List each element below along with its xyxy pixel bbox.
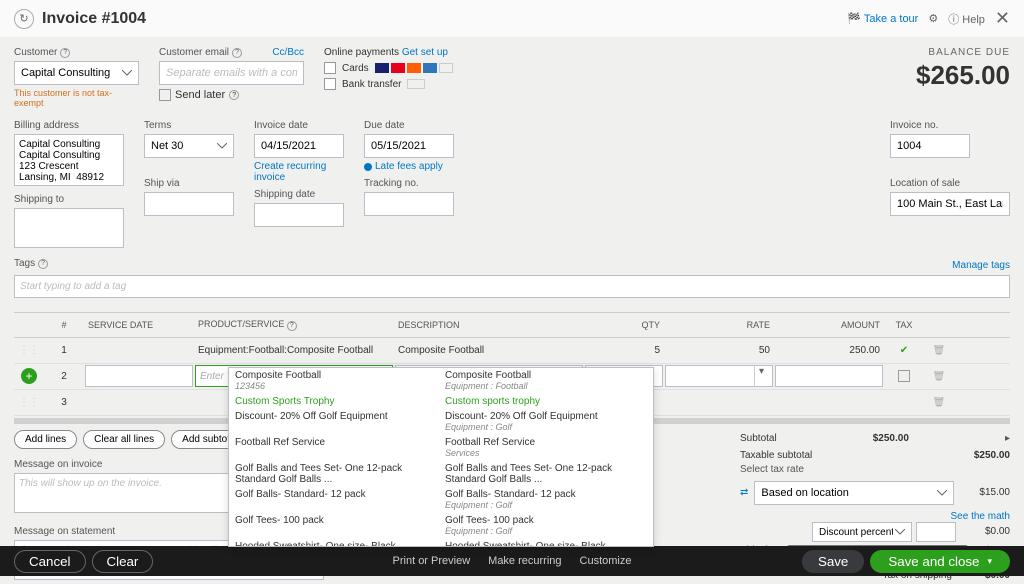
due-date-label: Due date <box>364 120 454 131</box>
tax-exempt-note: This customer is not tax-exempt <box>14 88 139 108</box>
shipping-to-textarea[interactable] <box>14 208 124 248</box>
location-label: Location of sale <box>890 178 1010 189</box>
setup-link[interactable]: Get set up <box>402 47 448 58</box>
recurring-link[interactable]: Create recurring invoice <box>254 161 344 183</box>
tags-input[interactable] <box>14 275 1010 298</box>
ccbcc-link[interactable]: Cc/Bcc <box>272 47 304 58</box>
grip-icon[interactable]: ⋮⋮ <box>14 397 44 408</box>
customer-select[interactable]: Capital Consulting <box>14 61 139 85</box>
due-date-input[interactable] <box>364 134 454 158</box>
location-input[interactable] <box>890 192 1010 216</box>
print-link[interactable]: Print or Preview <box>393 555 471 567</box>
terms-select[interactable]: Net 30 <box>144 134 234 158</box>
clear-lines-button[interactable]: Clear all lines <box>83 430 165 449</box>
billing-label: Billing address <box>14 120 124 131</box>
email-input[interactable] <box>159 61 304 85</box>
see-math-link[interactable]: See the math <box>951 511 1010 522</box>
tax-checkbox[interactable] <box>898 370 910 382</box>
save-close-button[interactable]: Save and close <box>870 550 1010 573</box>
discount-input[interactable] <box>916 522 956 542</box>
line-items-table: # SERVICE DATE PRODUCT/SERVICE ? DESCRIP… <box>14 312 1010 424</box>
tax-check-icon[interactable]: ✔ <box>884 345 924 356</box>
discount-select[interactable]: Discount percent <box>812 522 912 542</box>
close-icon[interactable]: ✕ <box>995 8 1010 29</box>
taxrate-select[interactable]: Based on location <box>754 481 954 505</box>
add-lines-button[interactable]: Add lines <box>14 430 77 449</box>
invoiceno-label: Invoice no. <box>890 120 1010 131</box>
swap-icon[interactable]: ⇄ <box>740 487 748 498</box>
amount-cell[interactable] <box>775 365 883 387</box>
back-icon[interactable]: ↻ <box>14 9 34 29</box>
take-tour-link[interactable]: 🏁 Take a tour <box>847 12 918 25</box>
table-row[interactable]: ⋮⋮ 1 Equipment:Football:Composite Footba… <box>14 338 1010 364</box>
ps-header: PRODUCT/SERVICE ? <box>194 319 394 331</box>
product-dropdown[interactable]: Composite Football123456Composite Footba… <box>228 367 654 547</box>
help-link[interactable]: ⓘ Help <box>948 11 985 27</box>
invoiceno-input[interactable] <box>890 134 970 158</box>
add-row-icon[interactable]: + <box>21 368 37 384</box>
tags-label: Tags? <box>14 258 48 269</box>
tracking-label: Tracking no. <box>364 178 454 189</box>
balance-label: BALANCE DUE <box>916 47 1010 58</box>
invoice-date-label: Invoice date <box>254 120 344 131</box>
header: ↻ Invoice #1004 🏁 Take a tour ⚙ ⓘ Help ✕ <box>0 0 1024 37</box>
expand-icon[interactable]: ▸ <box>1005 433 1010 444</box>
trash-icon[interactable]: 🗑 <box>924 345 954 356</box>
shipdate-input[interactable] <box>254 203 344 227</box>
shipvia-input[interactable] <box>144 192 234 216</box>
email-label: Customer email?Cc/Bcc <box>159 47 304 58</box>
footer: Cancel Clear Print or Preview Make recur… <box>0 546 1024 576</box>
card-icons <box>375 63 453 73</box>
customer-label: Customer? <box>14 47 139 58</box>
date-cell[interactable] <box>85 365 193 387</box>
billing-textarea[interactable]: Capital Consulting Capital Consulting 12… <box>14 134 124 186</box>
gear-icon[interactable]: ⚙ <box>928 12 938 25</box>
shipdate-label: Shipping date <box>254 189 344 200</box>
late-fees[interactable]: Late fees apply <box>364 161 454 172</box>
invoice-date-input[interactable] <box>254 134 344 158</box>
page-title: Invoice #1004 <box>42 10 146 28</box>
send-later-checkbox[interactable] <box>159 89 171 101</box>
customize-link[interactable]: Customize <box>580 555 632 567</box>
cancel-button[interactable]: Cancel <box>14 550 86 573</box>
tracking-input[interactable] <box>364 192 454 216</box>
trash-icon[interactable]: 🗑 <box>924 371 954 382</box>
shipping-to-label: Shipping to <box>14 194 124 205</box>
rate-cell[interactable]: ▾ <box>665 365 773 387</box>
recurring-link[interactable]: Make recurring <box>488 555 561 567</box>
shipvia-label: Ship via <box>144 178 234 189</box>
cards-checkbox[interactable] <box>324 62 336 74</box>
bank-checkbox[interactable] <box>324 78 336 90</box>
terms-label: Terms <box>144 120 234 131</box>
manage-tags-link[interactable]: Manage tags <box>952 260 1010 271</box>
grip-icon[interactable]: ⋮⋮ <box>14 345 44 356</box>
balance-amount: $265.00 <box>916 60 1010 91</box>
clear-button[interactable]: Clear <box>92 550 154 573</box>
trash-icon[interactable]: 🗑 <box>924 397 954 408</box>
save-button[interactable]: Save <box>802 550 864 573</box>
